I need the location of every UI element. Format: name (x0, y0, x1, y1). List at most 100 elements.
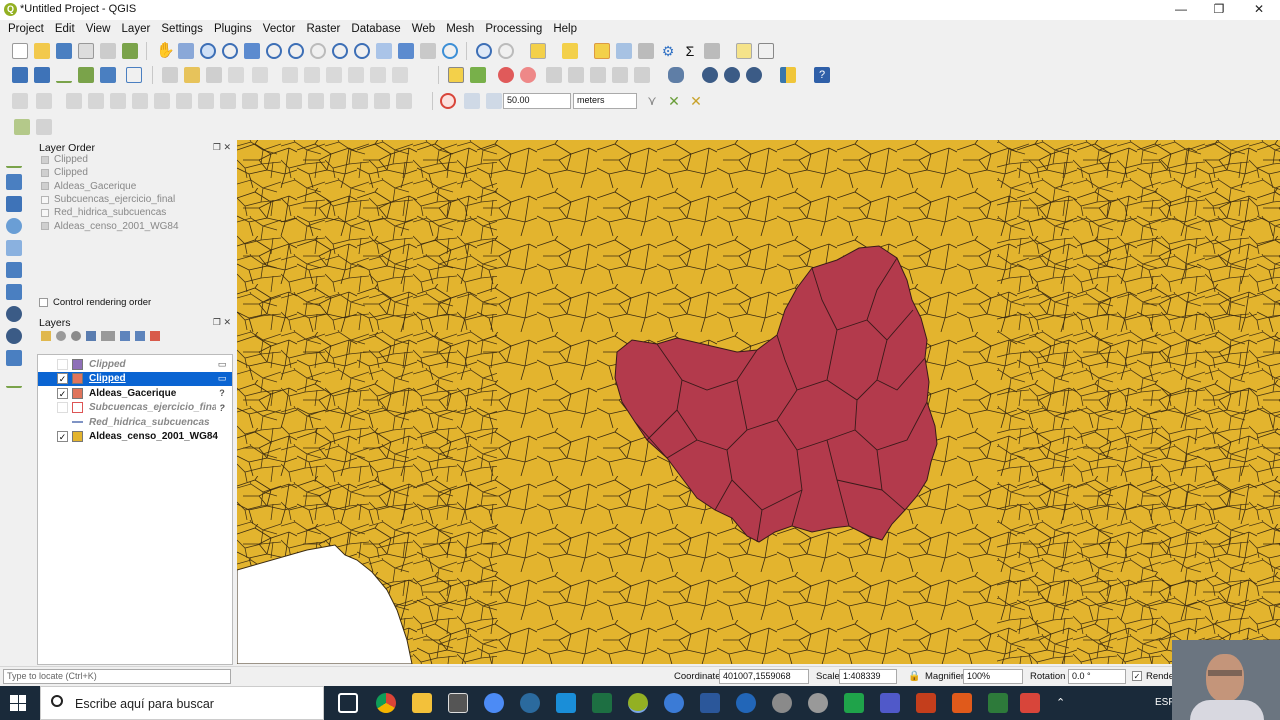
layer-order-item[interactable]: Aldeas_Gacerique (37, 180, 233, 193)
manage-visibility-icon[interactable] (71, 331, 81, 341)
merge-features-icon[interactable] (286, 93, 302, 109)
filter-indicator-icon[interactable]: ▭ (216, 359, 228, 370)
globe-settings-icon[interactable] (724, 67, 740, 83)
zoom-next-icon[interactable] (354, 43, 370, 59)
menu-help[interactable]: Help (545, 20, 577, 38)
add-arcgis-icon[interactable] (6, 328, 22, 344)
pan-to-selection-icon[interactable] (178, 43, 194, 59)
app-icon[interactable] (664, 693, 684, 713)
locator-search-input[interactable]: Type to locate (Ctrl+K) (3, 669, 231, 684)
coordinate-value[interactable]: 401007,1559068 (719, 669, 809, 684)
r-icon[interactable] (736, 693, 756, 713)
filter-legend-icon[interactable] (86, 331, 96, 341)
lock-scale-icon[interactable]: 🔒 (908, 671, 920, 682)
offset-curve-icon[interactable] (220, 93, 236, 109)
self-snapping-icon[interactable]: ✕ (688, 93, 704, 109)
layer-row-subcuencas[interactable]: Subcuencas_ejercicio_final ? (38, 401, 232, 416)
menu-mesh[interactable]: Mesh (438, 20, 474, 38)
layer-order-item[interactable]: Aldeas_censo_2001_WG84 (37, 219, 233, 232)
checkbox-icon[interactable] (39, 298, 48, 307)
filter-indicator-icon[interactable]: ▭ (216, 373, 228, 384)
cut-features-icon[interactable] (304, 67, 320, 83)
layer-order-item[interactable]: Red_hidrica_subcuencas (37, 206, 233, 219)
add-raster-layer-icon[interactable] (6, 174, 22, 190)
zoom-selection-icon[interactable] (266, 43, 282, 59)
python-console-icon[interactable] (780, 67, 796, 83)
zoom-out-icon[interactable] (222, 43, 238, 59)
deselect-icon[interactable] (594, 43, 610, 59)
layer-order-item[interactable]: Clipped (37, 153, 233, 166)
topological-editing-icon[interactable]: ⋎ (644, 93, 660, 109)
layer-checkbox[interactable] (57, 402, 68, 414)
excel-icon[interactable] (592, 693, 612, 713)
reshape-icon[interactable] (198, 93, 214, 109)
add-raster-icon[interactable] (78, 67, 94, 83)
paste-features-icon[interactable] (348, 67, 364, 83)
pin-labels-icon[interactable] (498, 67, 514, 83)
filter-expression-icon[interactable] (101, 331, 115, 341)
minimize-icon[interactable]: — (1162, 0, 1200, 20)
toggle-editing-icon[interactable] (184, 67, 200, 83)
save-edits-icon[interactable] (206, 67, 222, 83)
statistics-icon[interactable]: Σ (682, 43, 698, 59)
zoom-last-icon[interactable] (332, 43, 348, 59)
advanced-digitize-icon[interactable] (12, 93, 28, 109)
app-icon[interactable] (1020, 693, 1040, 713)
split-features-icon[interactable] (242, 93, 258, 109)
expand-all-icon[interactable] (120, 331, 130, 341)
reverse-line-icon[interactable] (396, 93, 412, 109)
menu-project[interactable]: Project (0, 20, 44, 38)
add-vector-layer-icon[interactable] (6, 152, 22, 168)
menu-plugins[interactable]: Plugins (206, 20, 252, 38)
offset-symbols-icon[interactable] (352, 93, 368, 109)
change-label-icon[interactable] (590, 67, 606, 83)
task-view-icon[interactable] (338, 693, 358, 713)
menu-layer[interactable]: Layer (114, 20, 151, 38)
layer-checkbox[interactable]: ✓ (57, 373, 68, 385)
scale-select[interactable]: 1:408339 (839, 669, 897, 684)
add-wcs-icon[interactable] (6, 284, 22, 300)
checkbox-icon[interactable] (41, 182, 49, 191)
app-icon[interactable] (988, 693, 1008, 713)
rotation-input[interactable]: 0.0 ° (1068, 669, 1126, 684)
vertex-tool-icon[interactable] (252, 67, 268, 83)
app-icon[interactable] (808, 693, 828, 713)
select-features-icon[interactable] (530, 43, 546, 59)
layer-labeling-icon[interactable] (470, 67, 486, 83)
app-icon[interactable] (772, 693, 792, 713)
new-map-view-icon[interactable] (376, 43, 392, 59)
checkbox-icon[interactable] (41, 195, 49, 204)
delete-ring-icon[interactable] (154, 93, 170, 109)
collapse-all-icon[interactable] (135, 331, 145, 341)
add-xyz-icon[interactable] (6, 306, 22, 322)
trim-extend-icon[interactable] (374, 93, 390, 109)
menu-raster[interactable]: Raster (298, 20, 340, 38)
powerpoint-icon[interactable] (916, 693, 936, 713)
add-ring-icon[interactable] (88, 93, 104, 109)
new-bookmark-icon[interactable] (398, 43, 414, 59)
add-vector-tile-icon[interactable] (6, 372, 22, 388)
label-properties-icon[interactable] (634, 67, 650, 83)
plugin-tool-icon[interactable] (14, 119, 30, 135)
globe-icon[interactable] (702, 67, 718, 83)
file-explorer-icon[interactable] (412, 693, 432, 713)
menu-database[interactable]: Database (343, 20, 400, 38)
move-label-icon[interactable] (546, 67, 562, 83)
copy-features-icon[interactable] (326, 67, 342, 83)
new-print-layout-icon[interactable] (78, 43, 94, 59)
layer-checkbox[interactable] (57, 416, 68, 428)
fill-ring-icon[interactable] (132, 93, 148, 109)
windows-start-icon[interactable] (10, 695, 26, 711)
undo-icon[interactable] (370, 67, 386, 83)
tolerance-unit-select[interactable]: meters (573, 93, 637, 109)
current-edits-icon[interactable] (162, 67, 178, 83)
teams-icon[interactable] (880, 693, 900, 713)
layer-row-aldeas-censo[interactable]: ✓ Aldeas_censo_2001_WG84 (38, 430, 232, 445)
add-spatialite-icon[interactable] (6, 196, 22, 212)
field-calculator-icon[interactable] (638, 43, 654, 59)
layer-row-clipped-1[interactable]: Clipped ▭ (38, 357, 232, 372)
highlight-pinned-icon[interactable] (520, 67, 536, 83)
show-hide-labels-icon[interactable] (612, 67, 628, 83)
add-wfs-icon[interactable] (6, 240, 22, 256)
taskbar-search-box[interactable]: Escribe aquí para buscar (40, 686, 324, 720)
